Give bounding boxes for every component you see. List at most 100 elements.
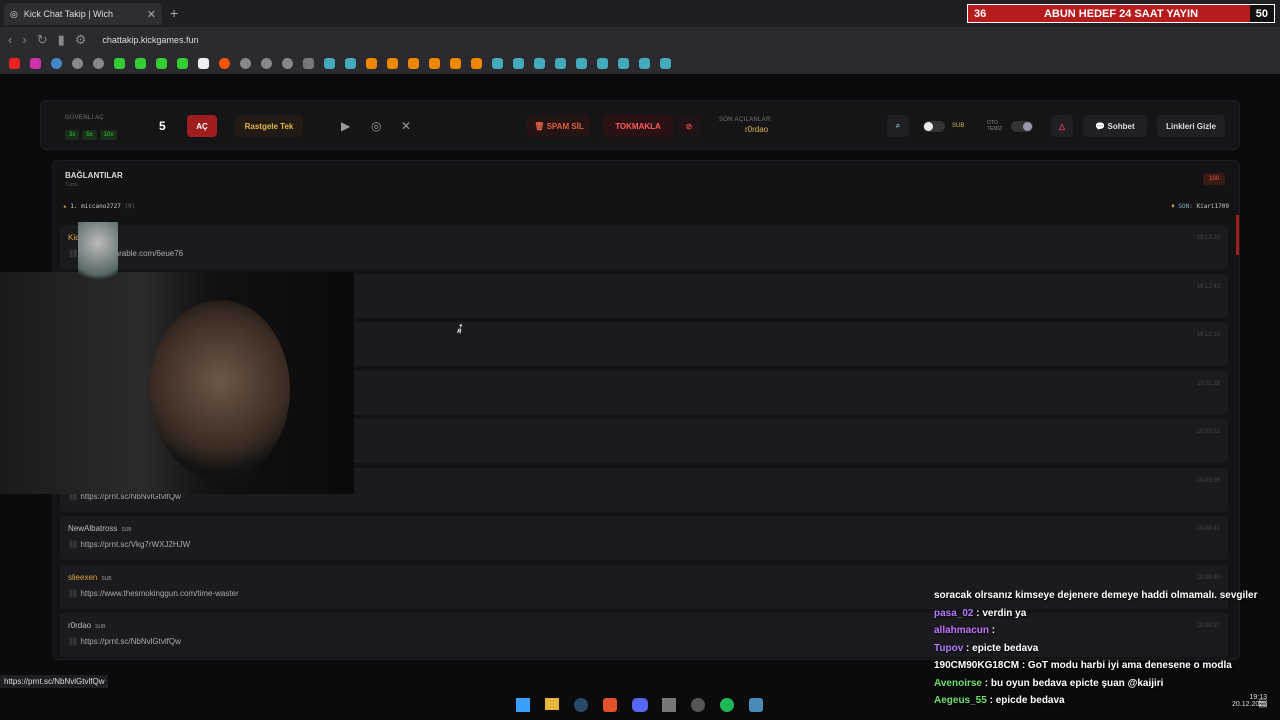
row-sub-badge: SUB xyxy=(121,527,132,533)
hide-links-button[interactable]: Linkleri Gizle xyxy=(1157,115,1225,137)
steam-icon[interactable] xyxy=(574,698,588,712)
bookmark-kick-icon[interactable] xyxy=(174,55,190,71)
start-icon[interactable] xyxy=(516,698,530,712)
row-time: 19:11:28 xyxy=(1197,380,1220,387)
discord-icon[interactable] xyxy=(632,698,648,712)
link-icon: ⛓ xyxy=(68,588,81,598)
row-link[interactable]: ⛓ https://www.thesmokinggun.com/time-was… xyxy=(68,589,239,598)
instagram-icon[interactable]: ◎ xyxy=(371,119,381,133)
open-count[interactable]: 5 xyxy=(159,119,166,133)
row-user[interactable]: slieexen SUB xyxy=(68,573,112,582)
last-opened-user[interactable]: r0rdao xyxy=(719,125,771,134)
last-user-name: Kiari1709 xyxy=(1196,203,1229,210)
open-button[interactable]: AÇ xyxy=(187,115,217,137)
close-tab-icon[interactable]: ✕ xyxy=(147,8,156,21)
top-user-count: (9) xyxy=(124,203,136,210)
last-opened-label: SON AÇILANLAR xyxy=(719,117,771,123)
back-icon[interactable]: ‹ xyxy=(8,32,12,47)
bookmark-kick-icon[interactable] xyxy=(132,55,148,71)
bookmark-steam-icon[interactable] xyxy=(489,55,505,71)
block-icon[interactable]: ⊘ xyxy=(677,115,701,137)
bookmark-youtube-icon[interactable] xyxy=(6,55,22,71)
url-text[interactable]: chattakip.kickgames.fun xyxy=(102,35,198,45)
chat-text: : xyxy=(989,625,996,636)
bookmark-orange-icon[interactable] xyxy=(405,55,421,71)
bookmark-steam-icon[interactable] xyxy=(573,55,589,71)
top-user: ★ 1. miccano2727 (9) xyxy=(63,203,135,210)
link-row[interactable]: Kiari1709⛓ https://wearable.com/6eue7619… xyxy=(60,225,1228,269)
bookmark-globe-icon[interactable] xyxy=(237,55,253,71)
link-row[interactable]: NewAlbatross SUB ⛓ https://prnt.sc/Vkg7rWX… xyxy=(60,516,1228,560)
bookmark-orange-icon[interactable] xyxy=(363,55,379,71)
bookmark-globe-icon[interactable] xyxy=(69,55,85,71)
notification-icon[interactable]: ▤ xyxy=(1258,698,1267,709)
chat-message: Tupov : epicte bedava xyxy=(934,643,1280,661)
speed-3x[interactable]: 3x xyxy=(65,130,80,140)
reload-icon[interactable]: ↻ xyxy=(37,32,48,48)
row-user[interactable]: r0rdao SUB xyxy=(68,621,105,630)
bookmark-x-icon[interactable] xyxy=(195,55,211,71)
top-user-name: 1. miccano2727 xyxy=(70,203,121,210)
bookmark-steam-icon[interactable] xyxy=(594,55,610,71)
auto-clean-toggle[interactable] xyxy=(1011,121,1033,132)
chat-username: Avenoirse xyxy=(934,677,982,689)
speed-10x[interactable]: 10x xyxy=(99,130,118,140)
row-link[interactable]: ⛓ https://prnt.sc/Vkg7rWXJ2HJW xyxy=(68,540,190,549)
row-link[interactable]: ⛓ https://prnt.sc/NbNvlGtvlfQw xyxy=(68,637,181,646)
row-time: 19:12:42 xyxy=(1196,283,1220,290)
chat-message: 190CM90KG18CM : GoT modu harbi iyi ama d… xyxy=(934,660,1280,678)
control-toolbar: GÜVENLİ AÇ 3x 5x 10x 5 AÇ Rastgele Tek ▶ ◎… xyxy=(40,100,1240,150)
sub-toggle-label: SUB xyxy=(952,123,965,129)
app-icon[interactable] xyxy=(662,698,676,712)
speed-5x[interactable]: 5x xyxy=(82,130,97,140)
bookmark-steam-icon[interactable] xyxy=(636,55,652,71)
row-link-text: https://prnt.sc/NbNvlGtvlfQw xyxy=(80,637,181,646)
mascot-sticker xyxy=(78,222,118,292)
bookmark-reddit-icon[interactable] xyxy=(216,55,232,71)
youtube-icon[interactable]: ▶ xyxy=(341,119,350,133)
bookmark-instagram-icon[interactable] xyxy=(27,55,43,71)
forward-icon[interactable]: › xyxy=(22,32,26,47)
bookmark-steam-icon[interactable] xyxy=(531,55,547,71)
bookmark-globe-icon[interactable] xyxy=(279,55,295,71)
search-icon[interactable]: ⌕ xyxy=(887,115,909,137)
site-info-icon[interactable]: ⚙ xyxy=(75,32,87,48)
random-single-button[interactable]: Rastgele Tek xyxy=(235,115,303,137)
bookmark-steam-icon[interactable] xyxy=(321,55,337,71)
bookmark-steam-icon[interactable] xyxy=(510,55,526,71)
chat-button-label: Sohbet xyxy=(1107,121,1135,131)
bookmark-globe-icon[interactable] xyxy=(258,55,274,71)
bookmark-steam-icon[interactable] xyxy=(615,55,631,71)
bookmark-globe-icon[interactable] xyxy=(48,55,64,71)
globe-icon: ◎ xyxy=(10,8,18,19)
row-link-text: https://prnt.sc/Vkg7rWXJ2HJW xyxy=(80,540,191,549)
brave-icon[interactable] xyxy=(603,698,617,712)
hammer-button[interactable]: TOKMAKLA xyxy=(603,115,673,137)
spam-delete-button[interactable]: 🗑 SPAM SİL xyxy=(527,115,591,137)
bookmark-kick-icon[interactable] xyxy=(111,55,127,71)
bookmark-icon[interactable]: ▮ xyxy=(58,32,65,48)
chat-username: Tupov xyxy=(934,642,964,654)
bookmark-orange-icon[interactable] xyxy=(384,55,400,71)
settings-icon[interactable] xyxy=(749,698,763,712)
bookmark-orange-icon[interactable] xyxy=(447,55,463,71)
bookmark-folder-icon[interactable] xyxy=(300,55,316,71)
bookmark-steam-icon[interactable] xyxy=(657,55,673,71)
explorer-icon[interactable] xyxy=(545,698,559,710)
row-user[interactable]: NewAlbatross SUB xyxy=(68,524,132,533)
bookmark-globe-icon[interactable] xyxy=(90,55,106,71)
bookmark-kick-icon[interactable] xyxy=(153,55,169,71)
sub-toggle[interactable] xyxy=(923,121,945,132)
spotify-icon[interactable] xyxy=(720,698,734,712)
chat-button[interactable]: 💬 Sohbet xyxy=(1083,115,1147,137)
bookmark-orange-icon[interactable] xyxy=(468,55,484,71)
x-icon[interactable]: ✕ xyxy=(401,119,411,133)
alert-icon[interactable]: △ xyxy=(1051,115,1073,137)
bookmark-steam-icon[interactable] xyxy=(552,55,568,71)
new-tab-icon[interactable]: + xyxy=(170,5,178,21)
bookmark-orange-icon[interactable] xyxy=(426,55,442,71)
bookmark-steam-icon[interactable] xyxy=(342,55,358,71)
active-tab[interactable]: ◎ Kick Chat Takip | Wich ✕ xyxy=(4,3,162,25)
obs-icon[interactable] xyxy=(691,698,705,712)
scrollbar-thumb[interactable] xyxy=(1236,215,1239,255)
